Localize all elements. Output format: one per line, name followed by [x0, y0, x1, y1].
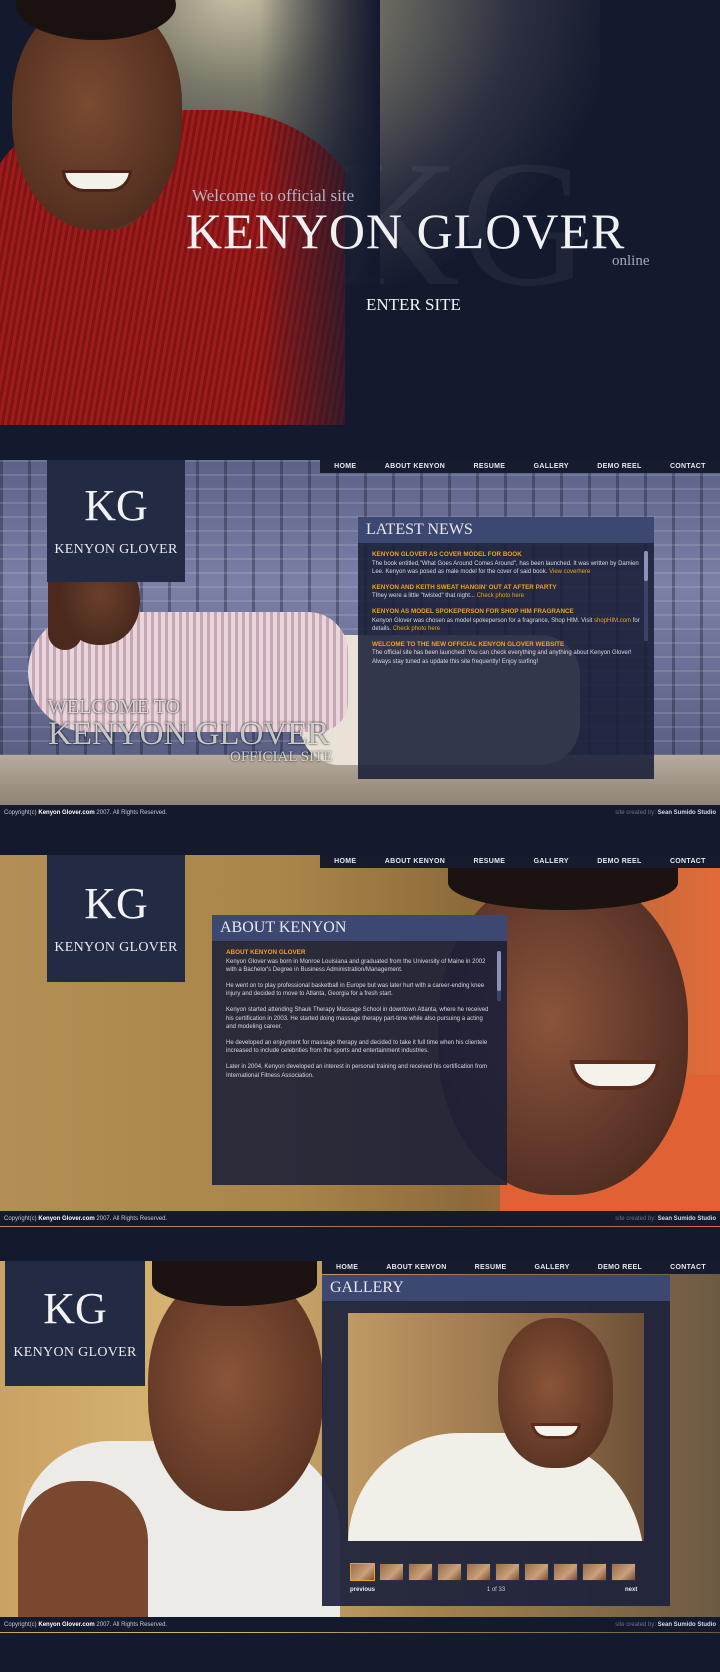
home-welcome-heading: WELCOME TO KENYON GLOVER OFFICIAL SITE [48, 696, 333, 765]
nav-about-kenyon[interactable]: ABOUT KENYON [385, 858, 445, 865]
nav-home[interactable]: HOME [334, 463, 356, 470]
nav-demo-reel[interactable]: DEMO REEL [598, 1264, 642, 1271]
gallery-main-photo [348, 1313, 644, 1541]
nav-demo-reel[interactable]: DEMO REEL [597, 463, 641, 470]
nav-home[interactable]: HOME [334, 858, 356, 865]
kg-monogram-icon: KG [43, 1283, 107, 1333]
shophim-link[interactable]: shopHIM.com [594, 618, 631, 624]
nav-resume[interactable]: RESUME [475, 1264, 507, 1271]
next-button[interactable]: next [625, 1586, 637, 1595]
gallery-thumbnail[interactable] [379, 1563, 404, 1581]
news-link[interactable]: Check photo here [477, 593, 524, 599]
nav-gallery[interactable]: GALLERY [534, 858, 569, 865]
splash-name-title: KENYON GLOVER [186, 203, 626, 259]
latest-news-title: LATEST NEWS [358, 517, 654, 543]
about-title: ABOUT KENYON [212, 915, 507, 941]
gallery-panel: HOME ABOUT KENYON RESUME GALLERY DEMO RE… [0, 1261, 720, 1633]
copyright-text: Copyright(c) Kenyon Glover.com 2007. All… [4, 1621, 168, 1628]
kg-logo[interactable]: KG KENYON GLOVER [5, 1261, 145, 1386]
nav-about-kenyon[interactable]: ABOUT KENYON [386, 1264, 446, 1271]
thumbnail-strip [350, 1563, 636, 1581]
main-nav: HOME ABOUT KENYON RESUME GALLERY DEMO RE… [322, 1261, 720, 1274]
gallery-thumbnail[interactable] [611, 1563, 636, 1581]
splash-panel: KG Welcome to official site KENYON GLOVE… [0, 0, 720, 425]
copyright-text: Copyright(c) Kenyon Glover.com 2007. All… [4, 1215, 168, 1222]
kg-monogram-icon: KG [84, 878, 148, 928]
nav-resume[interactable]: RESUME [473, 858, 505, 865]
previous-button[interactable]: previous [350, 1586, 375, 1595]
nav-about-kenyon[interactable]: ABOUT KENYON [385, 463, 445, 470]
main-nav: HOME ABOUT KENYON RESUME GALLERY DEMO RE… [320, 460, 720, 473]
gallery-box: GALLERY 1 of 33 previous next [322, 1275, 670, 1606]
site-credit: site created by: Sean Sumido Studio [615, 1621, 716, 1628]
logo-name: KENYON GLOVER [54, 542, 178, 557]
kg-logo[interactable]: KG KENYON GLOVER [47, 460, 185, 582]
news-list[interactable]: KENYON GLOVER AS COVER MODEL FOR BOOK Th… [358, 543, 654, 779]
gallery-thumbnail[interactable] [524, 1563, 549, 1581]
news-item: WELCOME TO THE NEW OFFICIAL KENYON GLOVE… [372, 640, 632, 665]
nav-gallery[interactable]: GALLERY [534, 463, 569, 470]
kg-monogram-icon: KG [84, 481, 148, 530]
site-footer: Copyright(c) Kenyon Glover.com 2007. All… [0, 805, 720, 820]
home-panel: HOME ABOUT KENYON RESUME GALLERY DEMO RE… [0, 460, 720, 820]
site-credit: site created by: Sean Sumido Studio [615, 1215, 716, 1222]
site-credit: site created by: Sean Sumido Studio [615, 809, 716, 816]
nav-contact[interactable]: CONTACT [670, 858, 706, 865]
logo-name: KENYON GLOVER [54, 939, 178, 955]
logo-name: KENYON GLOVER [13, 1344, 137, 1360]
gallery-thumbnail[interactable] [350, 1563, 375, 1581]
copyright-text: Copyright(c) Kenyon Glover.com 2007. All… [4, 809, 168, 816]
about-subhead: ABOUT KENYON GLOVER [226, 949, 306, 956]
site-footer: Copyright(c) Kenyon Glover.com 2007. All… [0, 1617, 720, 1632]
news-link[interactable]: Check photo here [393, 626, 440, 632]
news-item: KENYON GLOVER AS COVER MODEL FOR BOOK Th… [372, 551, 639, 576]
enter-site-link[interactable]: ENTER SITE [366, 295, 461, 315]
news-item: KENYON AS MODEL SPOKEPERSON FOR SHOP HIM… [372, 607, 640, 633]
kg-logo[interactable]: KG KENYON GLOVER [47, 855, 185, 982]
kenyon-tanktop-photo [148, 1271, 323, 1511]
nav-contact[interactable]: CONTACT [670, 463, 706, 470]
nav-resume[interactable]: RESUME [473, 463, 505, 470]
gallery-title: GALLERY [322, 1275, 670, 1301]
main-nav: HOME ABOUT KENYON RESUME GALLERY DEMO RE… [320, 855, 720, 868]
gallery-thumbnail[interactable] [466, 1563, 491, 1581]
gallery-thumbnail[interactable] [582, 1563, 607, 1581]
splash-online-text: online [612, 253, 650, 269]
nav-home[interactable]: HOME [336, 1264, 358, 1271]
about-panel: HOME ABOUT KENYON RESUME GALLERY DEMO RE… [0, 855, 720, 1227]
about-text[interactable]: ABOUT KENYON GLOVER Kenyon Glover was bo… [212, 941, 507, 1185]
gallery-thumbnail[interactable] [408, 1563, 433, 1581]
about-box: ABOUT KENYON ABOUT KENYON GLOVER Kenyon … [212, 915, 507, 1185]
news-item: KENYON AND KEITH SWEAT HANGIN' OUT AT AF… [372, 583, 557, 600]
latest-news-box: LATEST NEWS KENYON GLOVER AS COVER MODEL… [358, 517, 654, 780]
about-scrollbar[interactable] [497, 951, 501, 1001]
site-footer: Copyright(c) Kenyon Glover.com 2007. All… [0, 1211, 720, 1226]
gallery-thumbnail[interactable] [553, 1563, 578, 1581]
gallery-thumbnail[interactable] [495, 1563, 520, 1581]
nav-contact[interactable]: CONTACT [670, 1264, 706, 1271]
news-scrollbar[interactable] [644, 551, 648, 641]
gallery-thumbnail[interactable] [437, 1563, 462, 1581]
nav-demo-reel[interactable]: DEMO REEL [597, 858, 641, 865]
nav-gallery[interactable]: GALLERY [534, 1264, 569, 1271]
news-link[interactable]: View coverhere [549, 569, 590, 575]
